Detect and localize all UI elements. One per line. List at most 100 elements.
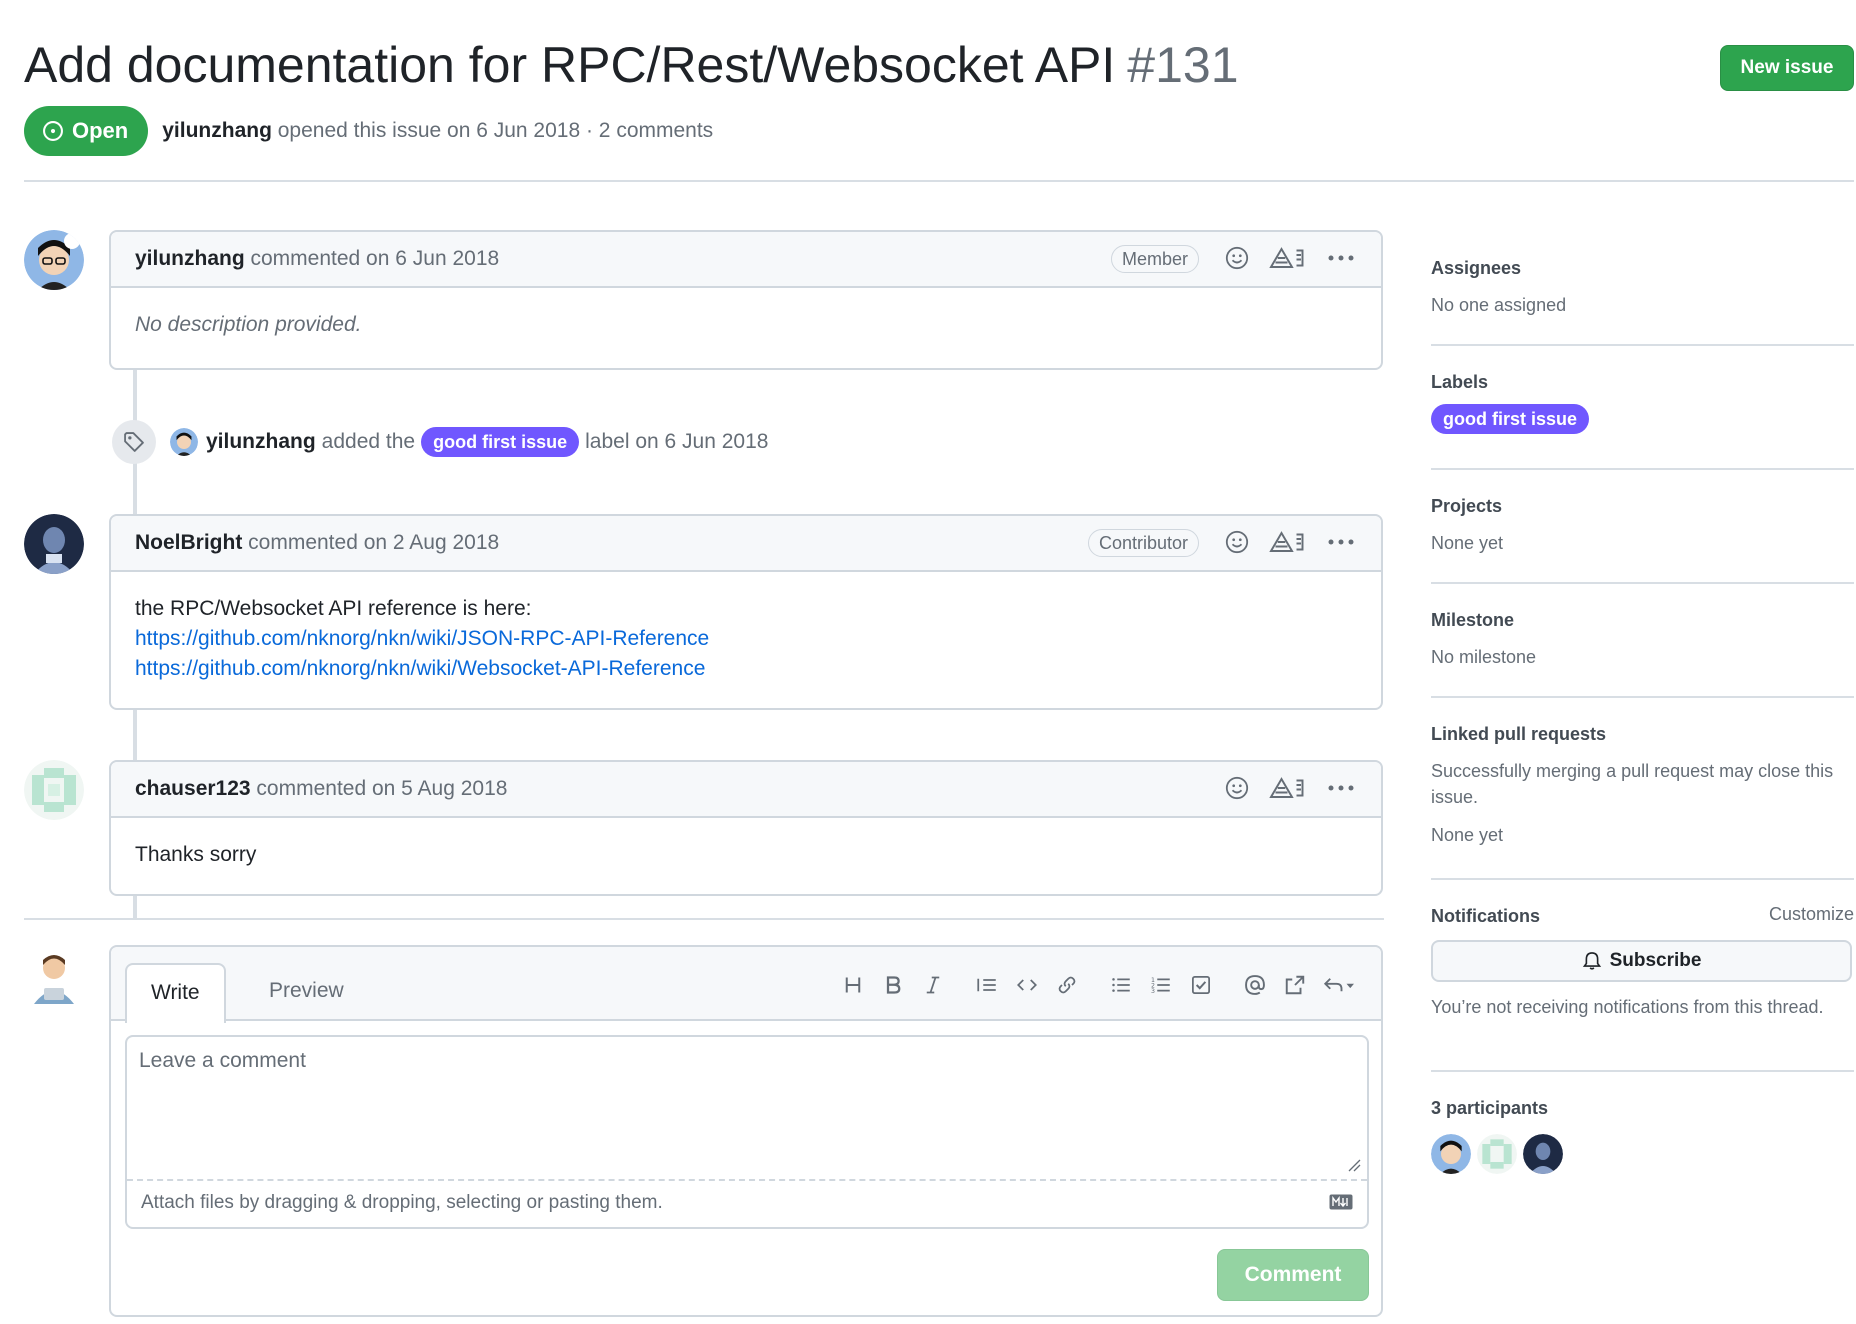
label-good-first-issue[interactable]: good first issue xyxy=(421,427,580,457)
comment-action: commented on 2 Aug 2018 xyxy=(242,531,500,554)
subscribe-button[interactable]: Subscribe xyxy=(1431,940,1852,982)
sidebar-divider xyxy=(1431,468,1854,470)
comment-actions xyxy=(1223,774,1355,802)
reply-icon[interactable] xyxy=(1315,965,1363,1005)
participant-avatar[interactable] xyxy=(1477,1134,1517,1174)
copilot-icon[interactable] xyxy=(1269,528,1309,556)
comment-author[interactable]: NoelBright xyxy=(135,531,242,554)
websocket-reference-link[interactable]: https://github.com/nknorg/nkn/wiki/Webso… xyxy=(135,654,1357,684)
copilot-icon[interactable] xyxy=(1269,774,1309,802)
comment-actions xyxy=(1223,244,1355,272)
subscribe-label: Subscribe xyxy=(1609,950,1702,971)
link-icon[interactable] xyxy=(1047,965,1087,1005)
linked-pull-requests-description: Successfully merging a pull request may … xyxy=(1431,761,1834,807)
comment-body: No description provided. xyxy=(135,313,362,336)
event-text-before: added the xyxy=(321,430,416,453)
linked-pull-requests-title: Linked pull requests xyxy=(1431,724,1607,744)
participants-title: 3 participants xyxy=(1431,1098,1549,1118)
comment-header: yilunzhang commented on 6 Jun 2018 Membe… xyxy=(111,232,1381,288)
labels-section[interactable]: Labels good first issue xyxy=(1431,370,1854,434)
sidebar-divider xyxy=(1431,878,1854,880)
status-badge: Open xyxy=(24,106,149,156)
avatar[interactable] xyxy=(170,428,198,456)
projects-value: None yet xyxy=(1431,533,1504,553)
resize-handle-icon[interactable] xyxy=(1347,1158,1361,1177)
participant-avatar[interactable] xyxy=(1523,1134,1563,1174)
list-unordered-icon[interactable] xyxy=(1101,965,1141,1005)
smiley-icon[interactable] xyxy=(1223,244,1251,272)
comment-editor: Write Preview 123 Leave a comment Attach… xyxy=(109,945,1383,1317)
avatar[interactable] xyxy=(24,760,84,820)
customize-link[interactable]: Customize xyxy=(1769,904,1854,925)
comment: yilunzhang commented on 6 Jun 2018 Membe… xyxy=(109,230,1383,370)
comment-author[interactable]: yilunzhang xyxy=(135,247,245,270)
milestone-title: Milestone xyxy=(1431,610,1515,630)
label-good-first-issue[interactable]: good first issue xyxy=(1431,404,1590,434)
attach-files-hint[interactable]: Attach files by dragging & dropping, sel… xyxy=(127,1179,1367,1227)
label-event: yilunzhang added the good first issue la… xyxy=(112,419,768,465)
participant-avatar[interactable] xyxy=(1431,1134,1471,1174)
markdown-toolbar: 123 xyxy=(833,965,1363,1005)
comment-meta: chauser123 commented on 5 Aug 2018 xyxy=(135,762,507,816)
copilot-icon[interactable] xyxy=(1269,244,1309,272)
participants-list xyxy=(1431,1134,1854,1174)
comment-header: NoelBright commented on 2 Aug 2018 Contr… xyxy=(111,516,1381,572)
json-rpc-reference-link[interactable]: https://github.com/nknorg/nkn/wiki/JSON-… xyxy=(135,624,1357,654)
comment-submit-button[interactable]: Comment xyxy=(1217,1249,1369,1301)
comment-body: Thanks sorry xyxy=(135,843,257,866)
avatar[interactable] xyxy=(24,230,84,290)
comment-meta: NoelBright commented on 2 Aug 2018 xyxy=(135,516,499,570)
smiley-icon[interactable] xyxy=(1223,528,1251,556)
kebab-horizontal-icon[interactable] xyxy=(1327,528,1355,556)
markdown-icon[interactable] xyxy=(1329,1194,1353,1215)
list-ordered-icon[interactable]: 123 xyxy=(1141,965,1181,1005)
avatar[interactable] xyxy=(24,514,84,574)
assignees-title: Assignees xyxy=(1431,258,1522,278)
new-issue-button[interactable]: New issue xyxy=(1720,45,1854,91)
italic-icon[interactable] xyxy=(913,965,953,1005)
mention-icon[interactable] xyxy=(1235,965,1275,1005)
comment-action: commented on 6 Jun 2018 xyxy=(244,247,500,270)
quote-icon[interactable] xyxy=(967,965,1007,1005)
issue-meta-rest: opened this issue on 6 Jun 2018 · 2 comm… xyxy=(271,119,714,142)
bold-icon[interactable] xyxy=(873,965,913,1005)
issue-title-text: Add documentation for RPC/Rest/Websocket… xyxy=(24,37,1116,93)
notifications-status: You’re not receiving notifications from … xyxy=(1431,997,1824,1017)
svg-text:3: 3 xyxy=(1151,988,1155,995)
tag-icon xyxy=(112,420,156,464)
bell-icon xyxy=(1582,952,1601,970)
role-badge: Contributor xyxy=(1087,529,1199,557)
issue-opened-icon xyxy=(43,121,63,141)
code-icon[interactable] xyxy=(1007,965,1047,1005)
labels-title: Labels xyxy=(1431,372,1489,392)
linked-pull-requests-value: None yet xyxy=(1431,825,1504,845)
issue-author-link[interactable]: yilunzhang xyxy=(162,119,272,142)
comment-placeholder: Leave a comment xyxy=(139,1049,306,1072)
sidebar-divider xyxy=(1431,696,1854,698)
cross-reference-icon[interactable] xyxy=(1275,965,1315,1005)
event-actor[interactable]: yilunzhang xyxy=(206,430,316,454)
status-text: Open xyxy=(72,118,129,143)
assignees-section[interactable]: Assignees No one assigned xyxy=(1431,256,1854,318)
comment-author[interactable]: chauser123 xyxy=(135,777,251,800)
comment-meta: yilunzhang commented on 6 Jun 2018 xyxy=(135,232,499,286)
role-badge: Member xyxy=(1110,245,1199,273)
kebab-horizontal-icon[interactable] xyxy=(1327,774,1355,802)
tasklist-icon[interactable] xyxy=(1181,965,1221,1005)
smiley-icon[interactable] xyxy=(1223,774,1251,802)
event-text: yilunzhang added the good first issue la… xyxy=(206,427,768,457)
comment-action: commented on 5 Aug 2018 xyxy=(250,777,508,800)
comment-body-text: the RPC/Websocket API reference is here: xyxy=(135,597,532,620)
issue-title: Add documentation for RPC/Rest/Websocket… xyxy=(24,34,1239,96)
milestone-section[interactable]: Milestone No milestone xyxy=(1431,608,1854,670)
comment-textarea[interactable]: Leave a comment Attach files by dragging… xyxy=(125,1035,1369,1229)
issue-meta: Open yilunzhang opened this issue on 6 J… xyxy=(24,106,713,156)
projects-section[interactable]: Projects None yet xyxy=(1431,494,1854,556)
heading-icon[interactable] xyxy=(833,965,873,1005)
kebab-horizontal-icon[interactable] xyxy=(1327,244,1355,272)
linked-pull-requests-section[interactable]: Linked pull requests Successfully mergin… xyxy=(1431,722,1854,848)
milestone-value: No milestone xyxy=(1431,647,1537,667)
tab-preview[interactable]: Preview xyxy=(245,963,368,1021)
header-divider xyxy=(24,180,1854,182)
tab-write[interactable]: Write xyxy=(125,963,226,1023)
